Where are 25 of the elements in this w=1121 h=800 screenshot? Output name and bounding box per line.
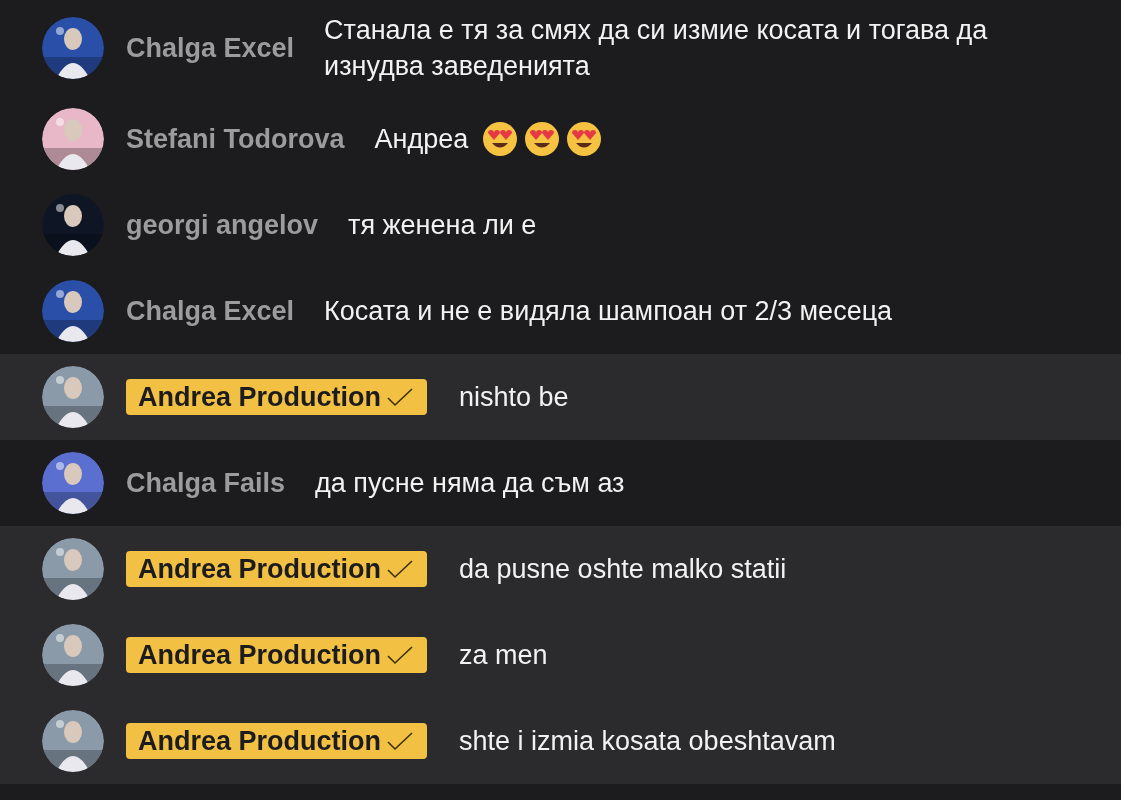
comment-text: za men [459, 639, 548, 672]
comment-text: Станала е тя за смях да си измие косата и тогава да изнудва заведенията [324, 14, 989, 83]
host-name-badge: Andrea Production [126, 637, 427, 673]
comment-text: shte i izmia kosata obeshtavam [459, 725, 836, 758]
host-name-badge: Andrea Production [126, 551, 427, 587]
checkmark-icon [385, 386, 415, 408]
user-name: Chalga Excel [126, 32, 295, 65]
heart-eyes-icon [566, 121, 603, 157]
checkmark-icon [385, 730, 415, 752]
user-name: Chalga Excel [126, 295, 295, 328]
heart-eyes-icon [482, 121, 519, 157]
comment-text: da pusne oshte malko statii [459, 553, 787, 586]
comment-text: Андреа [374, 123, 469, 156]
comment-text: Косата и не е видяла шампоан от 2/3 месеца [324, 295, 893, 328]
comment-text: да пусне няма да съм аз [315, 467, 625, 500]
heart-eyes-icon [524, 121, 561, 157]
user-name: georgi angelov [126, 209, 319, 242]
checkmark-icon [385, 558, 415, 580]
checkmark-icon [385, 644, 415, 666]
user-name: Stefani Todorova [126, 123, 345, 156]
host-name-badge: Andrea Production [126, 379, 427, 415]
comment-text: тя женена ли е [348, 209, 537, 242]
host-name-badge: Andrea Production [126, 723, 427, 759]
user-name: Chalga Fails [126, 467, 286, 500]
comment-text: nishto be [459, 381, 569, 414]
